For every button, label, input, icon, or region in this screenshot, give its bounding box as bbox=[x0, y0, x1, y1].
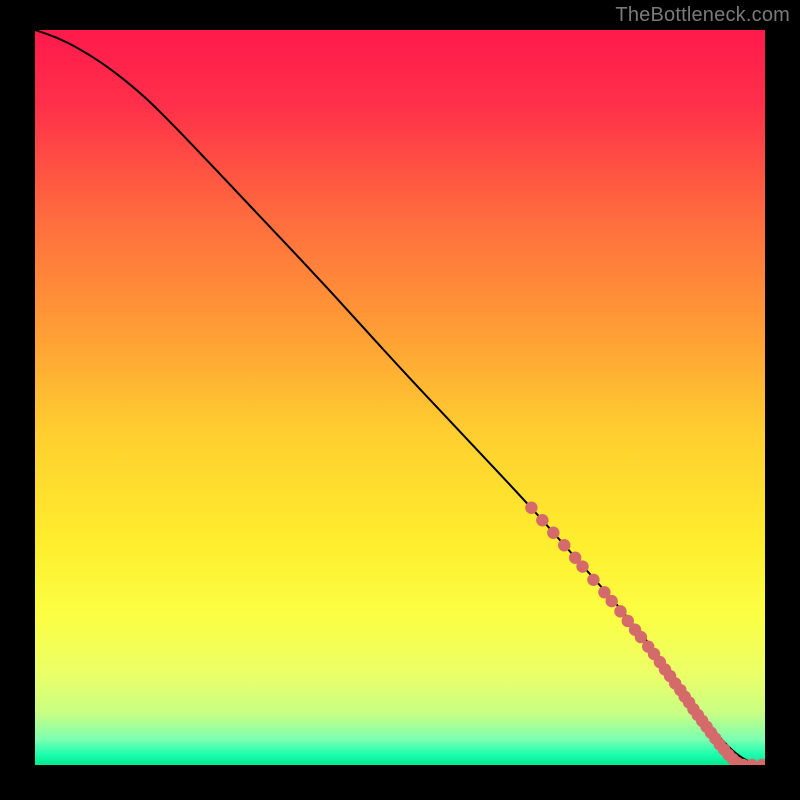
watermark-text: TheBottleneck.com bbox=[615, 4, 790, 27]
data-point bbox=[525, 502, 537, 514]
chart-frame: TheBottleneck.com bbox=[0, 0, 800, 800]
data-point bbox=[536, 514, 548, 526]
data-point bbox=[558, 539, 570, 551]
plot-area bbox=[35, 30, 765, 765]
data-point bbox=[606, 595, 618, 607]
chart-svg bbox=[35, 30, 765, 765]
data-point bbox=[576, 560, 588, 572]
data-point bbox=[547, 527, 559, 539]
data-point bbox=[587, 574, 599, 586]
